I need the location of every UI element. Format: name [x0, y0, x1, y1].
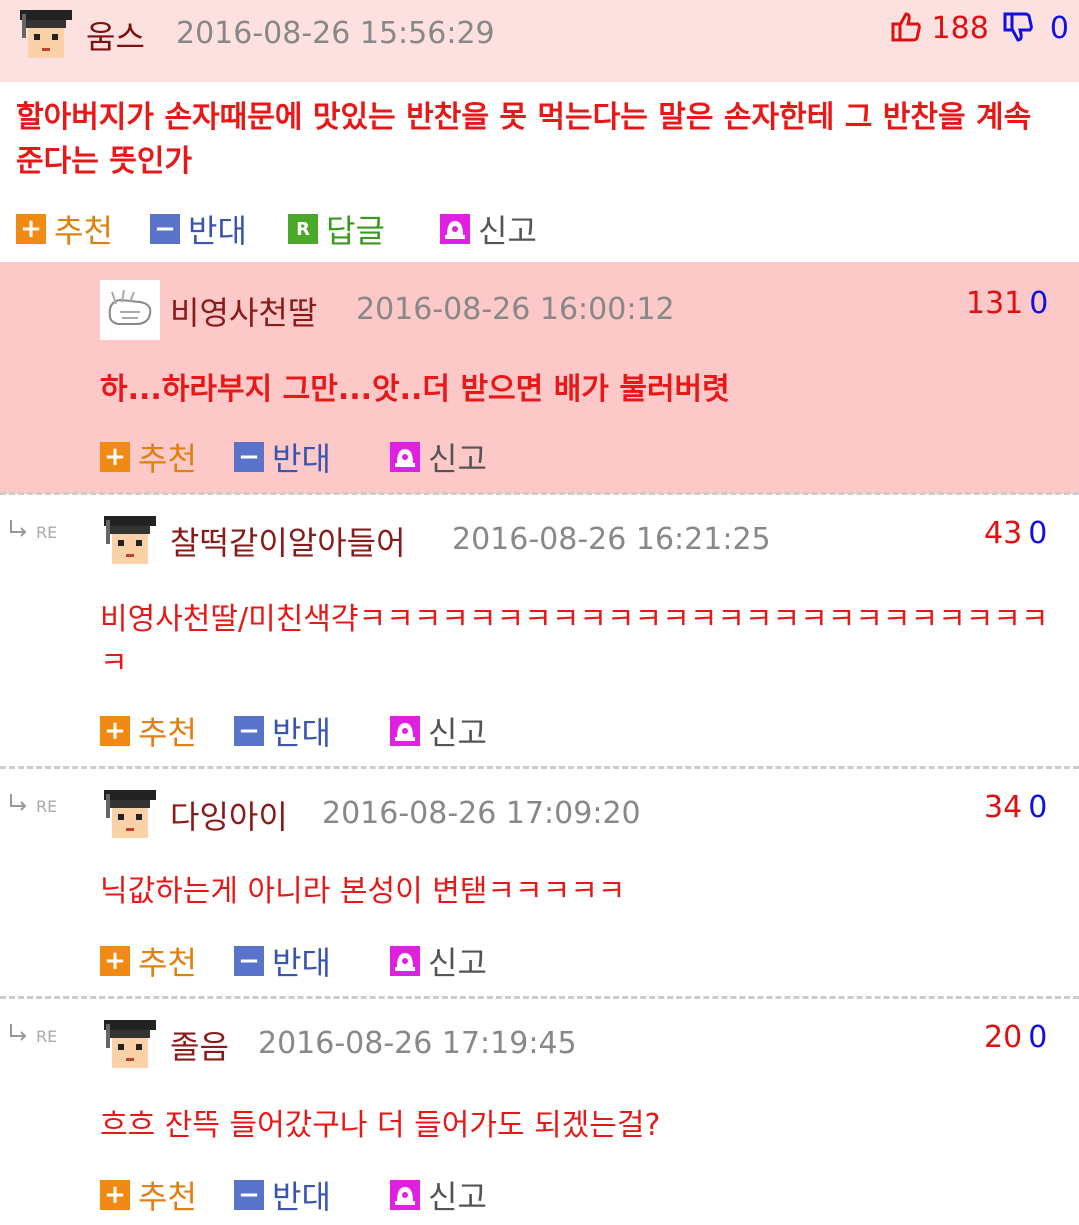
- siren-icon: [390, 716, 420, 746]
- report-button[interactable]: 신고: [390, 434, 487, 480]
- plus-icon: +: [100, 946, 130, 976]
- report-button[interactable]: 신고: [390, 708, 487, 754]
- report-button[interactable]: 신고: [390, 1172, 487, 1218]
- vote-counts: 43 0: [984, 516, 1047, 551]
- siren-icon: [390, 1180, 420, 1210]
- oppose-button[interactable]: − 반대: [234, 1172, 331, 1218]
- svg-text:RE: RE: [36, 1027, 57, 1046]
- comment-text: 닉값하는게 아니라 본성이 변탣ㅋㅋㅋㅋㅋ: [100, 874, 626, 909]
- minus-icon: −: [234, 946, 264, 976]
- graduate-avatar-icon[interactable]: [100, 784, 160, 844]
- comment-actions: + 추천 − 반대 R 답글 신고: [16, 206, 616, 250]
- reply-arrow-icon: RE: [10, 794, 57, 816]
- plus-icon: +: [100, 1180, 130, 1210]
- siren-icon: [390, 442, 420, 472]
- vote-counts: 188 0: [890, 10, 1069, 46]
- siren-icon: [390, 946, 420, 976]
- down-count: 0: [1028, 1020, 1048, 1055]
- report-button[interactable]: 신고: [440, 206, 537, 252]
- plus-icon: +: [100, 442, 130, 472]
- graduate-avatar-icon[interactable]: [100, 1014, 160, 1074]
- timestamp: 2016-08-26 17:09:20: [322, 796, 641, 831]
- report-button[interactable]: 신고: [390, 938, 487, 984]
- fist-avatar-icon[interactable]: [100, 280, 160, 340]
- down-count: 0: [1029, 286, 1049, 321]
- down-count: 0: [1028, 790, 1048, 825]
- comment-text: 비영사천딸/미친색갹ㅋㅋㅋㅋㅋㅋㅋㅋㅋㅋㅋㅋㅋㅋㅋㅋㅋㅋㅋㅋㅋㅋㅋㅋㅋㅋ: [100, 602, 1049, 681]
- minus-icon: −: [150, 214, 180, 244]
- siren-icon: [440, 214, 470, 244]
- vote-counts: 34 0: [984, 790, 1047, 825]
- graduate-avatar-icon[interactable]: [16, 4, 76, 64]
- reply-comment: RE 졸음 2016-08-26 17:19:45 20 0 흐흐 잔뜩 들어갔구…: [0, 1000, 1079, 1225]
- plus-icon: +: [100, 716, 130, 746]
- recommend-button[interactable]: + 추천: [100, 434, 197, 480]
- oppose-button[interactable]: − 반대: [234, 938, 331, 984]
- timestamp: 2016-08-26 16:21:25: [452, 522, 771, 557]
- minus-icon: −: [234, 442, 264, 472]
- nickname[interactable]: 움스: [86, 12, 145, 58]
- recommend-button[interactable]: + 추천: [16, 206, 113, 252]
- recommend-button[interactable]: + 추천: [100, 708, 197, 754]
- reply-button[interactable]: R 답글: [288, 206, 385, 252]
- timestamp: 2016-08-26 17:19:45: [258, 1026, 577, 1061]
- minus-icon: −: [234, 716, 264, 746]
- timestamp: 2016-08-26 15:56:29: [176, 16, 495, 51]
- reply-comment: RE 다잉아이 2016-08-26 17:09:20 34 0 닉값하는게 아니…: [0, 770, 1079, 996]
- vote-counts: 20 0: [984, 1020, 1047, 1055]
- divider: [0, 492, 1079, 495]
- comment-text: 하...하라부지 그만...앗..더 받으면 배가 불러버렷: [100, 372, 730, 407]
- oppose-button[interactable]: − 반대: [234, 708, 331, 754]
- reply-arrow-icon: RE: [10, 1024, 57, 1046]
- svg-text:RE: RE: [36, 523, 57, 542]
- up-count: 20: [984, 1020, 1023, 1055]
- up-count: 131: [966, 286, 1024, 321]
- plus-icon: +: [16, 214, 46, 244]
- recommend-button[interactable]: + 추천: [100, 1172, 197, 1218]
- best-comment: 비영사천딸 2016-08-26 16:00:12 131 0 하...하라부지 …: [0, 262, 1079, 494]
- timestamp: 2016-08-26 16:00:12: [356, 292, 675, 327]
- nickname[interactable]: 비영사천딸: [170, 288, 317, 334]
- down-count: 0: [1049, 11, 1069, 46]
- graduate-avatar-icon[interactable]: [100, 510, 160, 570]
- comment-text: 할아버지가 손자때문에 맛있는 반찬을 못 먹는다는 말은 손자한테 그 반찬을…: [16, 100, 1032, 179]
- comment-actions: + 추천 − 반대 신고: [100, 938, 600, 982]
- reply-arrow-icon: RE: [10, 520, 57, 542]
- nickname[interactable]: 다잉아이: [170, 792, 288, 838]
- recommend-button[interactable]: + 추천: [100, 938, 197, 984]
- up-count: 43: [984, 516, 1023, 551]
- nickname[interactable]: 졸음: [170, 1022, 229, 1068]
- thumbs-down-icon: [1003, 12, 1034, 42]
- up-count: 188: [931, 11, 989, 46]
- up-count: 34: [984, 790, 1023, 825]
- main-comment: 움스 2016-08-26 15:56:29 188 0 할아버지가 손자때문에…: [0, 0, 1079, 262]
- comment-actions: + 추천 − 반대 신고: [100, 434, 600, 478]
- reply-icon: R: [288, 214, 318, 244]
- svg-text:RE: RE: [36, 797, 57, 816]
- comment-actions: + 추천 − 반대 신고: [100, 708, 600, 752]
- nickname[interactable]: 찰떡같이알아들어: [170, 518, 406, 564]
- comment-actions: + 추천 − 반대 신고: [100, 1172, 600, 1216]
- divider: [0, 996, 1079, 999]
- oppose-button[interactable]: − 반대: [234, 434, 331, 480]
- reply-comment: RE 찰떡같이알아들어 2016-08-26 16:21:25 43 0 비영사천…: [0, 496, 1079, 766]
- divider: [0, 766, 1079, 769]
- vote-counts: 131 0: [966, 286, 1048, 321]
- comment-text: 흐흐 잔뜩 들어갔구나 더 들어가도 되겠는걸?: [100, 1108, 661, 1143]
- thumbs-up-icon: [891, 12, 921, 42]
- down-count: 0: [1028, 516, 1048, 551]
- oppose-button[interactable]: − 반대: [150, 206, 247, 252]
- minus-icon: −: [234, 1180, 264, 1210]
